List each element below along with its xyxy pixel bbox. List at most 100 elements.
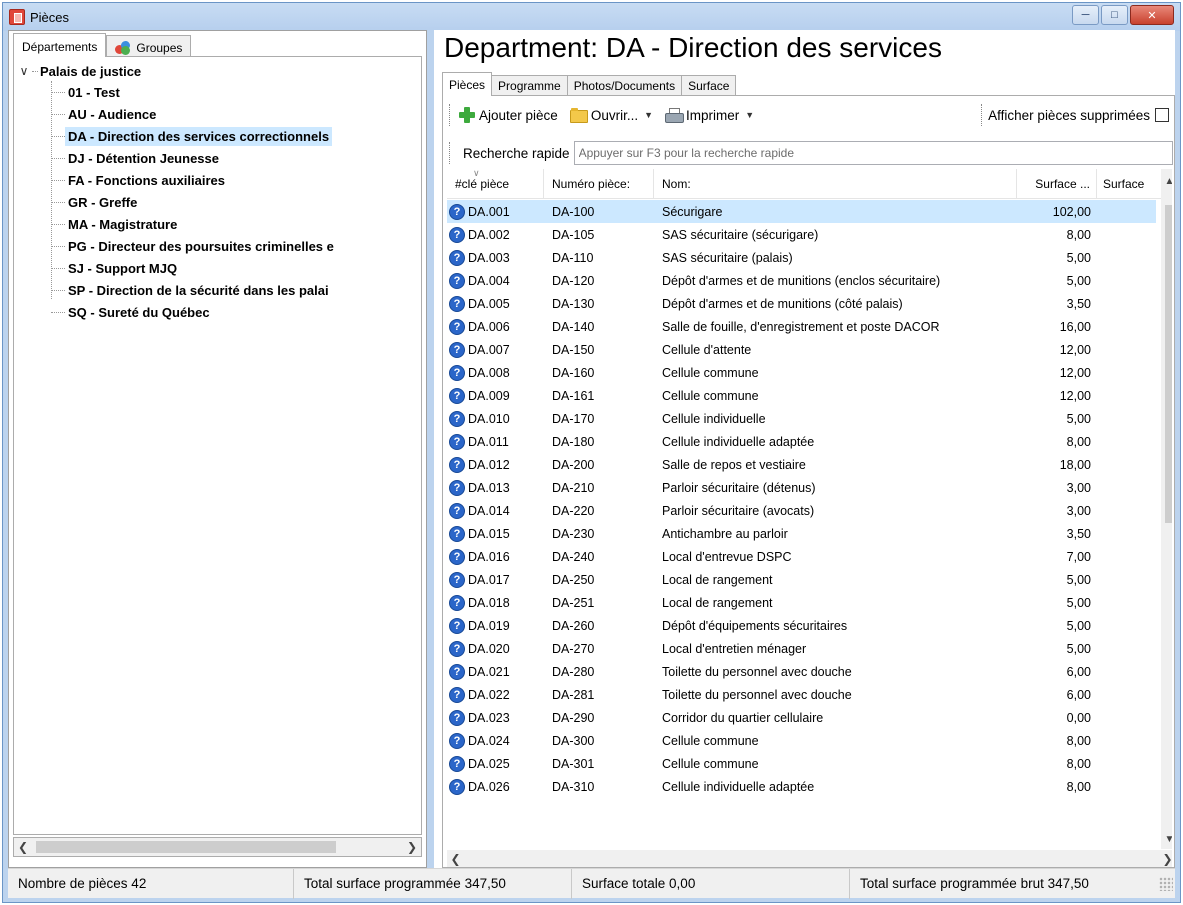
show-deleted-checkbox[interactable] [1155, 108, 1169, 122]
cell-key-text: DA.004 [468, 273, 510, 288]
cell-key-text: DA.003 [468, 250, 510, 265]
scroll-right-icon[interactable]: ❯ [1159, 850, 1172, 867]
table-row[interactable]: ? DA.012 DA-200 Salle de repos et vestiaire… [447, 453, 1156, 476]
table-row[interactable]: ? DA.013 DA-210 Parloir sécuritaire (détenu… [447, 476, 1156, 499]
tree-item[interactable]: MA - Magistrature [51, 213, 180, 235]
tree-item-label: DA - Direction des services correctionne… [65, 126, 333, 146]
table-row[interactable]: ? DA.021 DA-280 Toilette du personnel avec … [447, 660, 1156, 683]
table-row[interactable]: ? DA.017 DA-250 Local de rangement 5,00 [447, 568, 1156, 591]
tree-item[interactable]: SQ - Sureté du Québec [51, 301, 213, 323]
column-header-number[interactable]: Numéro pièce: [544, 169, 654, 199]
resize-grip-icon[interactable] [1159, 876, 1173, 891]
table-row[interactable]: ? DA.009 DA-161 Cellule commune 12,00 [447, 384, 1156, 407]
column-header-surface[interactable]: Surface ... [1017, 169, 1097, 199]
open-button[interactable]: Ouvrir... ▼ [569, 108, 653, 123]
quick-search-input[interactable] [573, 141, 1173, 165]
tree-item[interactable]: DJ - Détention Jeunesse [51, 147, 222, 169]
column-header-surface-2[interactable]: Surface [1097, 169, 1161, 199]
table-row[interactable]: ? DA.005 DA-130 Dépôt d'armes et de munitio… [447, 292, 1156, 315]
tree-item[interactable]: AU - Audience [51, 103, 159, 125]
table-row[interactable]: ? DA.022 DA-281 Toilette du personnel avec … [447, 683, 1156, 706]
column-header-key[interactable]: ∨ #clé pièce [447, 169, 544, 199]
scroll-up-icon[interactable]: ▲ [1161, 173, 1172, 190]
scroll-down-icon[interactable]: ▼ [1161, 831, 1172, 848]
cell-surface: 0,00 [1066, 710, 1091, 725]
table-row[interactable]: ? DA.014 DA-220 Parloir sécuritaire (avocat… [447, 499, 1156, 522]
table-row[interactable]: ? DA.004 DA-120 Dépôt d'armes et de munitio… [447, 269, 1156, 292]
tab-photos-documents[interactable]: Photos/Documents [567, 75, 683, 96]
tree-horizontal-scrollbar[interactable]: ❮ ❯ [13, 837, 422, 857]
table-row[interactable]: ? DA.011 DA-180 Cellule individuelle adapté… [447, 430, 1156, 453]
table-row[interactable]: ? DA.024 DA-300 Cellule commune 8,00 [447, 729, 1156, 752]
help-icon: ? [449, 640, 465, 657]
table-row[interactable]: ? DA.007 DA-150 Cellule d'attente 12,00 [447, 338, 1156, 361]
add-piece-button[interactable]: Ajouter pièce [459, 107, 558, 123]
table-row[interactable]: ? DA.026 DA-310 Cellule individuelle adapté… [447, 775, 1156, 798]
table-row[interactable]: ? DA.025 DA-301 Cellule commune 8,00 [447, 752, 1156, 775]
close-button[interactable]: ✕ [1130, 5, 1174, 25]
scroll-left-icon[interactable]: ❮ [14, 838, 32, 856]
column-header-name[interactable]: Nom: [654, 169, 1017, 199]
scroll-right-icon[interactable]: ❯ [403, 838, 421, 856]
grid-header: ∨ #clé pièce Numéro pièce: Nom: Surface … [447, 169, 1172, 199]
table-row[interactable]: ? DA.010 DA-170 Cellule individuelle 5,00 [447, 407, 1156, 430]
print-button[interactable]: Imprimer ▼ [665, 107, 754, 123]
cell-number: DA-200 [552, 457, 595, 472]
scroll-thumb[interactable] [1165, 205, 1172, 523]
minimize-button[interactable]: ─ [1072, 5, 1099, 25]
scroll-left-icon[interactable]: ❮ [447, 850, 464, 867]
table-row[interactable]: ? DA.023 DA-290 Corridor du quartier cellul… [447, 706, 1156, 729]
grid-vertical-scrollbar[interactable]: ▲ ▼ [1161, 169, 1172, 849]
table-row[interactable]: ? DA.001 DA-100 Sécurigare 102,00 [447, 200, 1156, 223]
title-bar[interactable]: Pièces ─ □ ✕ [3, 3, 1180, 31]
table-row[interactable]: ? DA.020 DA-270 Local d'entretien ménager 5,… [447, 637, 1156, 660]
tree-item[interactable]: PG - Directeur des poursuites criminelle… [51, 235, 337, 257]
toolbar-separator [981, 104, 983, 126]
cell-key: ? DA.011 [449, 430, 544, 453]
table-row[interactable]: ? DA.015 DA-230 Antichambre au parloir 3,50 [447, 522, 1156, 545]
help-icon: ? [449, 778, 465, 795]
cell-key: ? DA.015 [449, 522, 544, 545]
tree-item[interactable]: GR - Greffe [51, 191, 140, 213]
table-row[interactable]: ? DA.006 DA-140 Salle de fouille, d'enregis… [447, 315, 1156, 338]
tab-departements[interactable]: Départements [13, 33, 107, 57]
cell-number: DA-260 [552, 618, 595, 633]
toolbar-grip[interactable] [449, 104, 453, 126]
cell-key-text: DA.021 [468, 664, 510, 679]
table-row[interactable]: ? DA.002 DA-105 SAS sécuritaire (sécurigare… [447, 223, 1156, 246]
table-row[interactable]: ? DA.016 DA-240 Local d'entrevue DSPC 7,00 [447, 545, 1156, 568]
help-icon: ? [449, 502, 465, 519]
help-icon: ? [449, 617, 465, 634]
table-row[interactable]: ? DA.008 DA-160 Cellule commune 12,00 [447, 361, 1156, 384]
collapse-chevron-icon[interactable]: ∨ [16, 64, 32, 78]
cell-key: ? DA.024 [449, 729, 544, 752]
cell-surface: 8,00 [1066, 756, 1091, 771]
maximize-button[interactable]: □ [1101, 5, 1128, 25]
tree-item[interactable]: FA - Fonctions auxiliaires [51, 169, 228, 191]
toolbar-grip[interactable] [449, 142, 453, 164]
table-row[interactable]: ? DA.018 DA-251 Local de rangement 5,00 [447, 591, 1156, 614]
tree-item[interactable]: 01 - Test [51, 81, 123, 103]
pane-splitter[interactable] [427, 30, 434, 868]
tree-item[interactable]: DA - Direction des services correctionne… [51, 125, 333, 147]
tab-programme[interactable]: Programme [492, 75, 568, 96]
scroll-thumb[interactable] [36, 841, 336, 853]
tree-item-label: SP - Direction de la sécurité dans les p… [68, 282, 329, 298]
tree-item[interactable]: SP - Direction de la sécurité dans les p… [51, 279, 332, 301]
cell-number: DA-301 [552, 756, 595, 771]
dropdown-arrow-icon[interactable]: ▼ [644, 110, 653, 120]
show-deleted-toggle[interactable]: Afficher pièces supprimées [988, 108, 1169, 123]
tree-root[interactable]: ∨ Palais de justice [16, 61, 142, 81]
tree-item[interactable]: SJ - Support MJQ [51, 257, 180, 279]
tab-surface[interactable]: Surface [682, 75, 737, 96]
cell-key: ? DA.014 [449, 499, 544, 522]
help-icon: ? [449, 295, 465, 312]
cell-key: ? DA.020 [449, 637, 544, 660]
cell-surface: 12,00 [1059, 388, 1091, 403]
dropdown-arrow-icon[interactable]: ▼ [745, 110, 754, 120]
tab-pieces[interactable]: Pièces [442, 72, 493, 96]
table-row[interactable]: ? DA.003 DA-110 SAS sécuritaire (palais) 5,0… [447, 246, 1156, 269]
tab-groupes[interactable]: Groupes [106, 35, 192, 57]
grid-horizontal-scrollbar[interactable]: ❮ ❯ [447, 850, 1172, 867]
table-row[interactable]: ? DA.019 DA-260 Dépôt d'équipements sécurit… [447, 614, 1156, 637]
